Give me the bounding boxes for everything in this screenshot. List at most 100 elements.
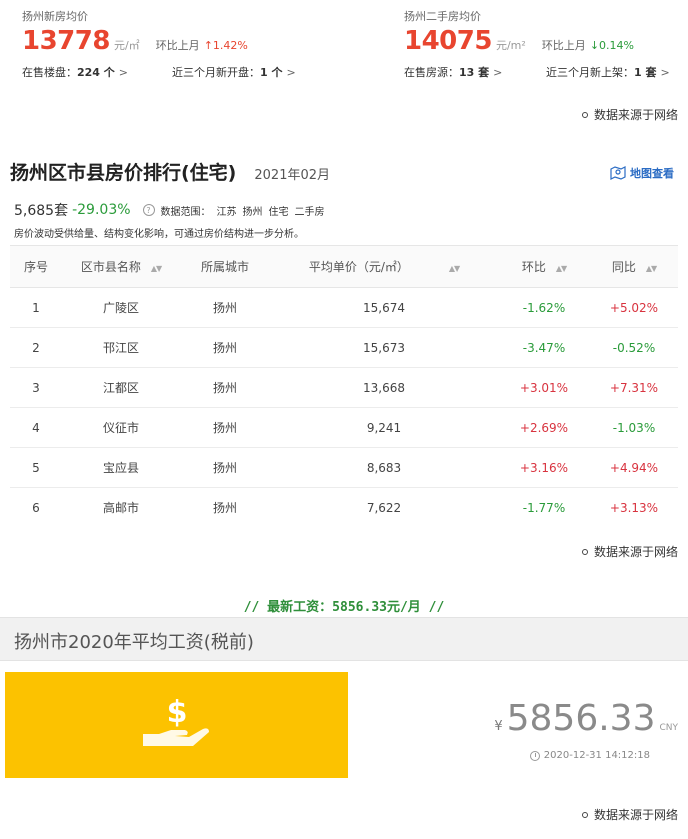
table-row: 5 宝应县 扬州 8,683 +3.16% +4.94% [10, 447, 678, 488]
currency-symbol: ¥ [494, 719, 503, 734]
cell-price: 8,683 [270, 447, 498, 488]
listing-change: -29.03% [72, 202, 131, 218]
sort-icon[interactable]: ▲▼ [449, 264, 460, 273]
cell-no: 4 [10, 407, 62, 448]
table-row: 6 高邮市 扬州 7,622 -1.77% +3.13% [10, 488, 678, 528]
wage-value: 5856.33 [506, 698, 656, 739]
second-hand-mom-value: ↓0.14% [589, 39, 634, 52]
table-row: 3 江都区 扬州 13,668 +3.01% +7.31% [10, 367, 678, 408]
wage-timestamp: 2020-12-31 14:12:18 [529, 750, 650, 761]
data-source-note: 数据来源于网络 [581, 543, 678, 560]
cell-city: 扬州 [180, 447, 270, 488]
table-row: 2 邗江区 扬州 15,673 -3.47% -0.52% [10, 327, 678, 368]
table-row: 4 仪征市 扬州 9,241 +2.69% -1.03% [10, 407, 678, 448]
cell-district[interactable]: 仪征市 [62, 407, 180, 448]
col-no: 序号 [10, 245, 62, 288]
col-yoy[interactable]: 同比 ▲▼ [590, 245, 678, 288]
currency-code: CNY [659, 723, 678, 733]
wage-header: 扬州市2020年平均工资(税前) [0, 617, 688, 661]
cell-price: 13,668 [270, 367, 498, 408]
second-hand-price: 14075 [404, 26, 492, 56]
map-view-link[interactable]: 地图查看 [610, 165, 674, 181]
wage-value-group: ¥ 5856.33 CNY [494, 698, 678, 739]
new-house-on-sale-link[interactable]: 在售楼盘：224 个 > [22, 64, 128, 80]
cell-price: 7,622 [366, 500, 402, 515]
chevron-right-icon: > [660, 66, 670, 79]
data-source-note: 数据来源于网络 [581, 106, 678, 123]
new-house-recent-value: 1 个 [260, 66, 283, 79]
wage-card: $ [5, 672, 348, 778]
new-house-price: 13778 [22, 26, 110, 56]
table-row: 1 广陵区 扬州 15,674 -1.62% +5.02% [10, 287, 678, 328]
ranking-date: 2021年02月 [254, 168, 331, 183]
cell-city: 扬州 [180, 287, 270, 328]
wage-timestamp-text: 2020-12-31 14:12:18 [543, 750, 650, 761]
chevron-right-icon: > [493, 66, 503, 79]
scope-tag: 扬州 [242, 206, 263, 218]
second-hand-label: 扬州二手房均价 [404, 10, 481, 23]
second-hand-on-sale-value: 13 套 [459, 66, 490, 79]
new-house-stat: 扬州新房均价 13778 元/㎡ 环比上月 ↑1.42% [22, 8, 322, 56]
new-house-recent-link[interactable]: 近三个月新开盘：1 个 > [172, 64, 296, 80]
scope-tag: 江苏 [216, 206, 237, 218]
cell-city: 扬州 [180, 407, 270, 448]
second-hand-recent-link[interactable]: 近三个月新上架：1 套 > [546, 64, 670, 80]
sort-icon[interactable]: ▲▼ [646, 264, 657, 273]
cell-city: 扬州 [212, 501, 237, 516]
scope-tag: 二手房 [294, 206, 325, 218]
cell-district[interactable]: 江都区 [62, 367, 180, 408]
bullet-icon [581, 548, 588, 555]
data-source-text: 数据来源于网络 [593, 808, 678, 822]
data-scope: ? 数据范围： 江苏 扬州 住宅 二手房 [142, 203, 325, 218]
cell-no: 5 [10, 447, 62, 488]
data-source-text: 数据来源于网络 [593, 108, 678, 122]
sort-icon[interactable]: ▲▼ [151, 264, 162, 273]
second-hand-mom-label: 环比上月 [541, 39, 586, 52]
cell-district[interactable]: 广陵区 [62, 287, 180, 328]
cell-yoy: +5.02% [590, 287, 678, 328]
col-city: 所属城市 [180, 245, 270, 288]
cell-price: 9,241 [270, 407, 498, 448]
cell-mom: -1.77% [522, 500, 566, 515]
price-note: 房价波动受供给量、结构变化影响，可通过房价结构进一步分析。 [14, 229, 304, 240]
new-house-unit: 元/㎡ [113, 39, 140, 52]
cell-price: 15,674 [270, 287, 498, 328]
cell-mom: +2.69% [498, 407, 590, 448]
bullet-icon [581, 111, 588, 118]
cell-district[interactable]: 邗江区 [62, 327, 180, 368]
cell-no: 6 [32, 500, 40, 515]
second-hand-recent-label: 近三个月新上架： [546, 66, 634, 79]
cell-district[interactable]: 高邮市 [62, 488, 180, 528]
cell-no: 2 [10, 327, 62, 368]
cell-yoy: +4.94% [590, 447, 678, 488]
cell-mom: -3.47% [498, 327, 590, 368]
wage-title: 扬州市2020年平均工资(税前) [14, 632, 254, 653]
question-icon[interactable]: ? [142, 204, 155, 216]
col-mom[interactable]: 环比 ▲▼ [498, 245, 590, 288]
second-hand-on-sale-label: 在售房源： [404, 66, 459, 79]
cell-district[interactable]: 宝应县 [62, 447, 180, 488]
scope-label: 数据范围： [160, 206, 211, 218]
new-house-recent-label: 近三个月新开盘： [172, 66, 260, 79]
col-district[interactable]: 区市县名称 ▲▼ [62, 245, 180, 288]
svg-text:$: $ [167, 695, 188, 730]
cell-yoy: +7.31% [590, 367, 678, 408]
sort-icon[interactable]: ▲▼ [556, 264, 567, 273]
new-house-mom-value: ↑1.42% [203, 39, 248, 52]
clock-icon [529, 750, 540, 761]
cell-mom: +3.16% [498, 447, 590, 488]
ranking-title: 扬州区市县房价排行(住宅) [10, 162, 237, 184]
money-hand-icon: $ [143, 695, 209, 746]
cell-no: 1 [10, 287, 62, 328]
scope-tag: 住宅 [268, 206, 289, 218]
new-house-label: 扬州新房均价 [22, 10, 88, 23]
new-house-mom-label: 环比上月 [155, 39, 200, 52]
map-pin-icon [610, 166, 626, 180]
second-hand-on-sale-link[interactable]: 在售房源：13 套 > [404, 64, 502, 80]
col-price[interactable]: 平均单价（元/㎡） ▲▼ [270, 245, 498, 288]
wage-banner: // 最新工资：5856.33元/月 // [243, 600, 445, 615]
second-hand-recent-value: 1 套 [634, 66, 657, 79]
cell-mom: -1.62% [498, 287, 590, 328]
ranking-table: 序号 区市县名称 ▲▼ 所属城市 平均单价（元/㎡） ▲▼ 环比 ▲▼ 同比 ▲▼ 1 … [10, 245, 678, 528]
ranking-summary: 5,685套 -29.03% ? 数据范围： 江苏 扬州 住宅 二手房 [14, 200, 325, 220]
